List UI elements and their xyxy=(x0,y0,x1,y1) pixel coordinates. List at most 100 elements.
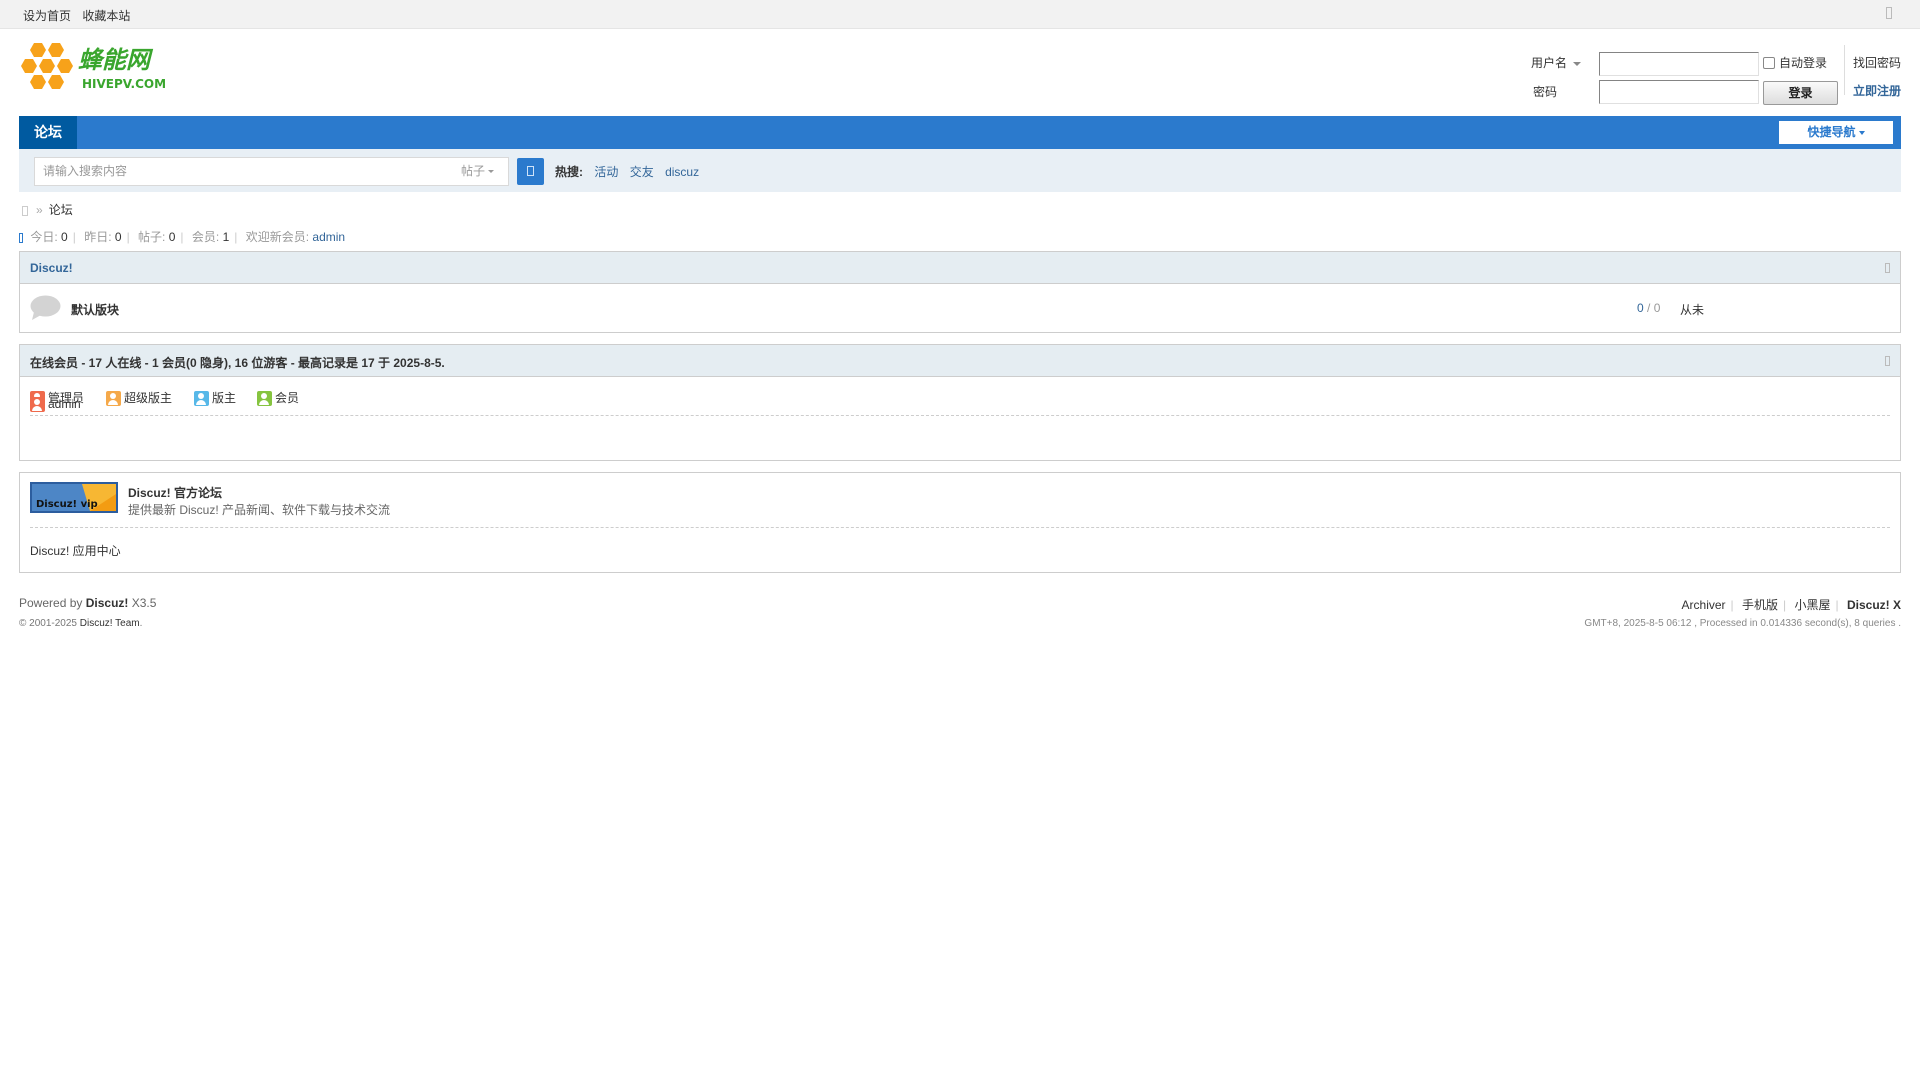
forum-category: Discuz! 默认版块 0 / 0 从未 xyxy=(19,251,1901,333)
online-members: 在线会员 - 17 人在线 - 1 会员(0 隐身), 16 位游客 - 最高记… xyxy=(19,344,1901,461)
quick-nav-button[interactable]: 快捷导航 xyxy=(1779,121,1893,144)
chevron-down-icon xyxy=(1573,61,1582,66)
team-link[interactable]: Discuz! Team xyxy=(80,618,140,629)
stat-today: 0 xyxy=(61,230,68,244)
online-user-name: admin xyxy=(48,397,81,411)
forum-row: 默认版块 0 / 0 从未 xyxy=(20,284,1900,332)
version: X3.5 xyxy=(131,596,157,610)
app-center-link[interactable]: Discuz! 应用中心 xyxy=(30,542,121,559)
last-post: 从未 xyxy=(1680,303,1705,317)
autologin-checkbox[interactable] xyxy=(1763,57,1775,69)
forum-counts: 0 / 0 xyxy=(1637,301,1660,315)
search-type-label: 帖子 xyxy=(460,164,485,178)
newest-member-link[interactable]: admin xyxy=(312,230,345,244)
stat-posts: 0 xyxy=(168,230,176,244)
forum-name-link[interactable]: 默认版块 xyxy=(71,301,119,318)
admin-user-icon xyxy=(30,397,45,413)
password-label: 密码 xyxy=(1533,85,1558,99)
forum-stats: 今日: 0 | 昨日: 0 | 帖子: 0 | 会员: 1 | 欢迎新会员: admin xyxy=(19,228,345,245)
stat-today-label: 今日: xyxy=(30,230,58,244)
blackroom-link[interactable]: 小黑屋 xyxy=(1795,598,1831,612)
stat-members: 1 xyxy=(222,230,230,244)
logo-hex xyxy=(48,75,64,89)
divider xyxy=(1844,45,1845,95)
stat-posts-label: 帖子: xyxy=(138,230,166,244)
footer-copyright: © 2001-2025 Discuz! Team. xyxy=(19,618,142,629)
mobile-link[interactable]: 手机版 xyxy=(1742,598,1778,612)
logo-hex xyxy=(57,59,73,73)
search-type-select[interactable]: 帖子 xyxy=(447,157,509,186)
bookmark-site-link[interactable]: 收藏本站 xyxy=(82,9,130,23)
register-link[interactable]: 立即注册 xyxy=(1853,82,1901,99)
breadcrumb-current: 论坛 xyxy=(48,203,73,217)
footer-links: Archiver | 手机版 | 小黑屋 | Discuz! X xyxy=(1681,598,1901,612)
logo-hex xyxy=(39,59,55,73)
collapse-icon[interactable] xyxy=(1885,356,1890,366)
toolbar-links: 设为首页 收藏本站 xyxy=(23,7,138,24)
stat-yesterday-label: 昨日: xyxy=(84,230,112,244)
username-type-select[interactable]: 用户名 xyxy=(1531,54,1582,71)
official-forum-link[interactable]: Discuz! 官方论坛 xyxy=(128,484,222,501)
stat-yesterday: 0 xyxy=(114,230,122,244)
legend-mod: 版主 xyxy=(194,389,236,407)
friend-links: Discuz! vip Discuz! 官方论坛 提供最新 Discuz! 产品… xyxy=(19,472,1901,573)
username-input[interactable] xyxy=(1599,52,1759,76)
copyright-text: © 2001-2025 xyxy=(19,618,77,629)
tab-forum[interactable]: 论坛 xyxy=(19,116,77,149)
chevron-down-icon xyxy=(488,170,494,174)
footer-processed: GMT+8, 2025-8-5 06:12 , Processed in 0.0… xyxy=(1584,618,1901,629)
password-input[interactable] xyxy=(1599,80,1759,104)
legend-supermod-label: 超级版主 xyxy=(124,391,173,405)
member-user-icon xyxy=(257,391,272,407)
logo-hex xyxy=(30,75,46,89)
online-user[interactable]: admin xyxy=(30,397,81,413)
stats-icon[interactable] xyxy=(19,232,23,243)
forum-status-icon[interactable] xyxy=(30,295,61,320)
quick-nav-label: 快捷导航 xyxy=(1807,125,1856,139)
official-link-row: Discuz! vip Discuz! 官方论坛 提供最新 Discuz! 产品… xyxy=(30,473,1890,528)
supermod-user-icon xyxy=(106,391,121,407)
post-count: 0 xyxy=(1653,301,1661,315)
forgot-password-link[interactable]: 找回密码 xyxy=(1853,54,1901,71)
login-button[interactable]: 登录 xyxy=(1763,81,1838,105)
discuz-link[interactable]: Discuz! xyxy=(86,596,129,610)
top-toolbar: 设为首页 收藏本站 xyxy=(0,0,1920,29)
discuz-vip-logo[interactable]: Discuz! vip xyxy=(30,482,118,513)
powered-by-label: Powered by xyxy=(19,596,83,610)
chevron-down-icon xyxy=(1858,130,1865,135)
discuz-vip-logo-text: Discuz! vip xyxy=(36,499,98,510)
thread-count: 0 xyxy=(1637,301,1644,315)
footer-powered: Powered by Discuz! X3.5 xyxy=(19,596,156,610)
expand-icon[interactable] xyxy=(1886,7,1892,19)
search-button[interactable] xyxy=(517,158,544,185)
newest-member-label: 欢迎新会员: xyxy=(245,230,310,244)
logo-hex xyxy=(48,43,64,57)
breadcrumb: » 论坛 xyxy=(22,201,73,218)
hot-search-term[interactable]: discuz xyxy=(665,165,699,179)
autologin-label: 自动登录 xyxy=(1779,56,1828,70)
online-title[interactable]: 在线会员 - 17 人在线 - 1 会员(0 隐身), 16 位游客 - 最高记… xyxy=(30,354,445,371)
home-icon[interactable] xyxy=(22,205,28,216)
set-homepage-link[interactable]: 设为首页 xyxy=(23,9,71,23)
stat-members-label: 会员: xyxy=(191,230,220,244)
member-legend: 管理员 超级版主 版主 会员 xyxy=(30,377,1890,416)
legend-member: 会员 xyxy=(257,389,299,407)
logo-name: 蜂能网 xyxy=(78,46,154,74)
mod-user-icon xyxy=(194,391,209,407)
text-link-row: Discuz! 应用中心 xyxy=(20,528,1900,572)
hot-search: 热搜: 活动 交友 discuz xyxy=(555,163,707,180)
search-bar: 请输入搜索内容 帖子 热搜: 活动 交友 discuz xyxy=(19,149,1901,192)
category-title[interactable]: Discuz! xyxy=(30,261,73,275)
search-input[interactable]: 请输入搜索内容 xyxy=(34,157,448,186)
hot-search-label: 热搜: xyxy=(555,165,583,179)
hot-search-term[interactable]: 交友 xyxy=(630,165,654,179)
breadcrumb-separator: » xyxy=(36,203,43,217)
official-forum-desc: 提供最新 Discuz! 产品新闻、软件下载与技术交流 xyxy=(128,503,391,517)
logo-domain: HIVEPV.COM xyxy=(82,77,166,91)
archiver-link[interactable]: Archiver xyxy=(1682,598,1726,612)
collapse-icon[interactable] xyxy=(1885,263,1890,273)
site-logo[interactable]: 蜂能网 HIVEPV.COM xyxy=(20,40,180,96)
hot-search-term[interactable]: 活动 xyxy=(594,165,618,179)
discuzx-link[interactable]: Discuz! X xyxy=(1847,598,1901,612)
logo-hex xyxy=(30,43,46,57)
